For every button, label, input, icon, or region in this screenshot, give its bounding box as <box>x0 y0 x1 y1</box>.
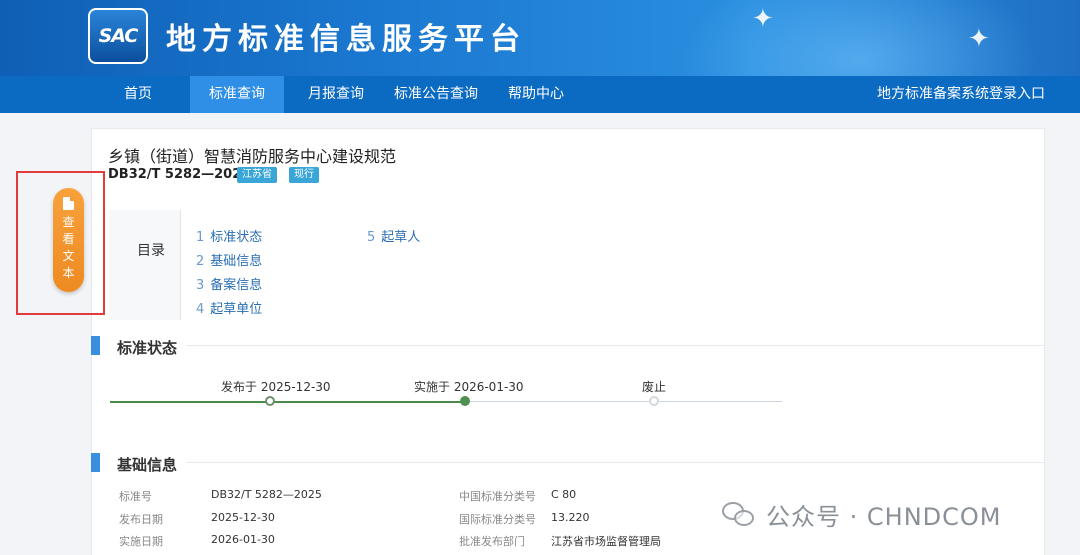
info-value: 13.220 <box>551 511 590 524</box>
toc-item-filing-info[interactable]: 3 备案信息 <box>196 274 262 293</box>
timeline-label-abolished: 废止 <box>642 380 667 394</box>
info-value: 2025-12-30 <box>211 511 275 524</box>
timeline-label-implemented: 实施于 2026-01-30 <box>414 380 524 394</box>
toc-num: 2 <box>196 254 205 269</box>
info-value: 2026-01-30 <box>211 533 275 546</box>
info-key: 发布日期 <box>119 513 163 526</box>
toc-num: 5 <box>367 230 376 245</box>
standard-code: DB32/T 5282—2025 <box>108 167 251 182</box>
header-banner: ✦ ✦ SAC 地方标准信息服务平台 <box>0 0 1080 76</box>
sparkle-icon: ✦ <box>968 24 990 54</box>
toc-item-drafters[interactable]: 5 起草人 <box>367 226 420 245</box>
info-key: 实施日期 <box>119 535 163 548</box>
sparkle-icon: ✦ <box>752 4 774 34</box>
toc-item-basic-info[interactable]: 2 基础信息 <box>196 250 262 269</box>
toc-num: 4 <box>196 302 205 317</box>
section-accent-bar <box>91 453 100 472</box>
info-value: 江苏省市场监督管理局 <box>551 535 661 548</box>
logo-text: SAC <box>98 25 139 47</box>
section-title-status: 标准状态 <box>117 339 178 357</box>
timeline-dot-implemented <box>460 396 470 406</box>
toc-item-drafting-units[interactable]: 4 起草单位 <box>196 298 262 317</box>
sac-logo[interactable]: SAC <box>88 8 148 64</box>
view-text-char: 本 <box>62 266 75 280</box>
toc-item-label: 备案信息 <box>210 278 263 293</box>
watermark-text: 公众号 · CHNDCOM <box>766 502 1002 531</box>
toc-item-label: 标准状态 <box>210 230 263 245</box>
view-text-char: 文 <box>62 249 75 263</box>
standard-title: 乡镇（街道）智慧消防服务中心建设规范 <box>108 147 397 166</box>
filing-system-login-link[interactable]: 地方标准备案系统登录入口 <box>877 76 1045 113</box>
info-key: 标准号 <box>119 490 152 503</box>
toc-num: 3 <box>196 278 205 293</box>
section-accent-bar <box>91 336 100 355</box>
info-value: C 80 <box>551 488 577 501</box>
timeline-label-published: 发布于 2025-12-30 <box>221 380 331 394</box>
site-title: 地方标准信息服务平台 <box>166 22 526 57</box>
info-key: 国际标准分类号 <box>459 513 536 526</box>
timeline-dot-abolished <box>649 396 659 406</box>
info-key: 批准发布部门 <box>459 535 525 548</box>
nav-item-monthly-report[interactable]: 月报查询 <box>298 76 374 113</box>
wechat-watermark: 公众号 · CHNDCOM <box>722 494 1001 534</box>
toc-item-label: 基础信息 <box>210 254 263 269</box>
section-title-basic: 基础信息 <box>117 456 178 474</box>
wechat-icon <box>722 500 756 528</box>
section-divider <box>186 462 1044 463</box>
nav-item-announcement-search[interactable]: 标准公告查询 <box>386 76 486 113</box>
toc-item-standard-status[interactable]: 1 标准状态 <box>196 226 262 245</box>
view-text-char: 查 <box>62 215 75 229</box>
timeline-dot-published <box>265 396 275 406</box>
toc-item-label: 起草单位 <box>210 302 263 317</box>
info-key: 中国标准分类号 <box>459 490 536 503</box>
status-badge: 现行 <box>289 167 319 183</box>
view-text-label: 查 看 文 本 <box>53 214 84 282</box>
timeline-progress <box>110 401 465 403</box>
main-nav: 首页 标准查询 月报查询 标准公告查询 帮助中心 地方标准备案系统登录入口 <box>0 76 1080 113</box>
info-value: DB32/T 5282—2025 <box>211 488 322 501</box>
nav-item-standard-search[interactable]: 标准查询 <box>190 76 284 113</box>
nav-item-help-center[interactable]: 帮助中心 <box>498 76 574 113</box>
toc-num: 1 <box>196 230 205 245</box>
section-divider <box>186 345 1044 346</box>
toc-title: 目录 <box>137 243 165 259</box>
nav-item-home[interactable]: 首页 <box>100 76 176 113</box>
view-text-char: 看 <box>62 232 75 246</box>
toc-item-label: 起草人 <box>381 230 421 245</box>
document-icon <box>63 197 74 210</box>
toc-label-box <box>109 210 181 320</box>
view-text-button[interactable]: 查 看 文 本 <box>53 188 84 292</box>
province-badge: 江苏省 <box>237 167 277 183</box>
